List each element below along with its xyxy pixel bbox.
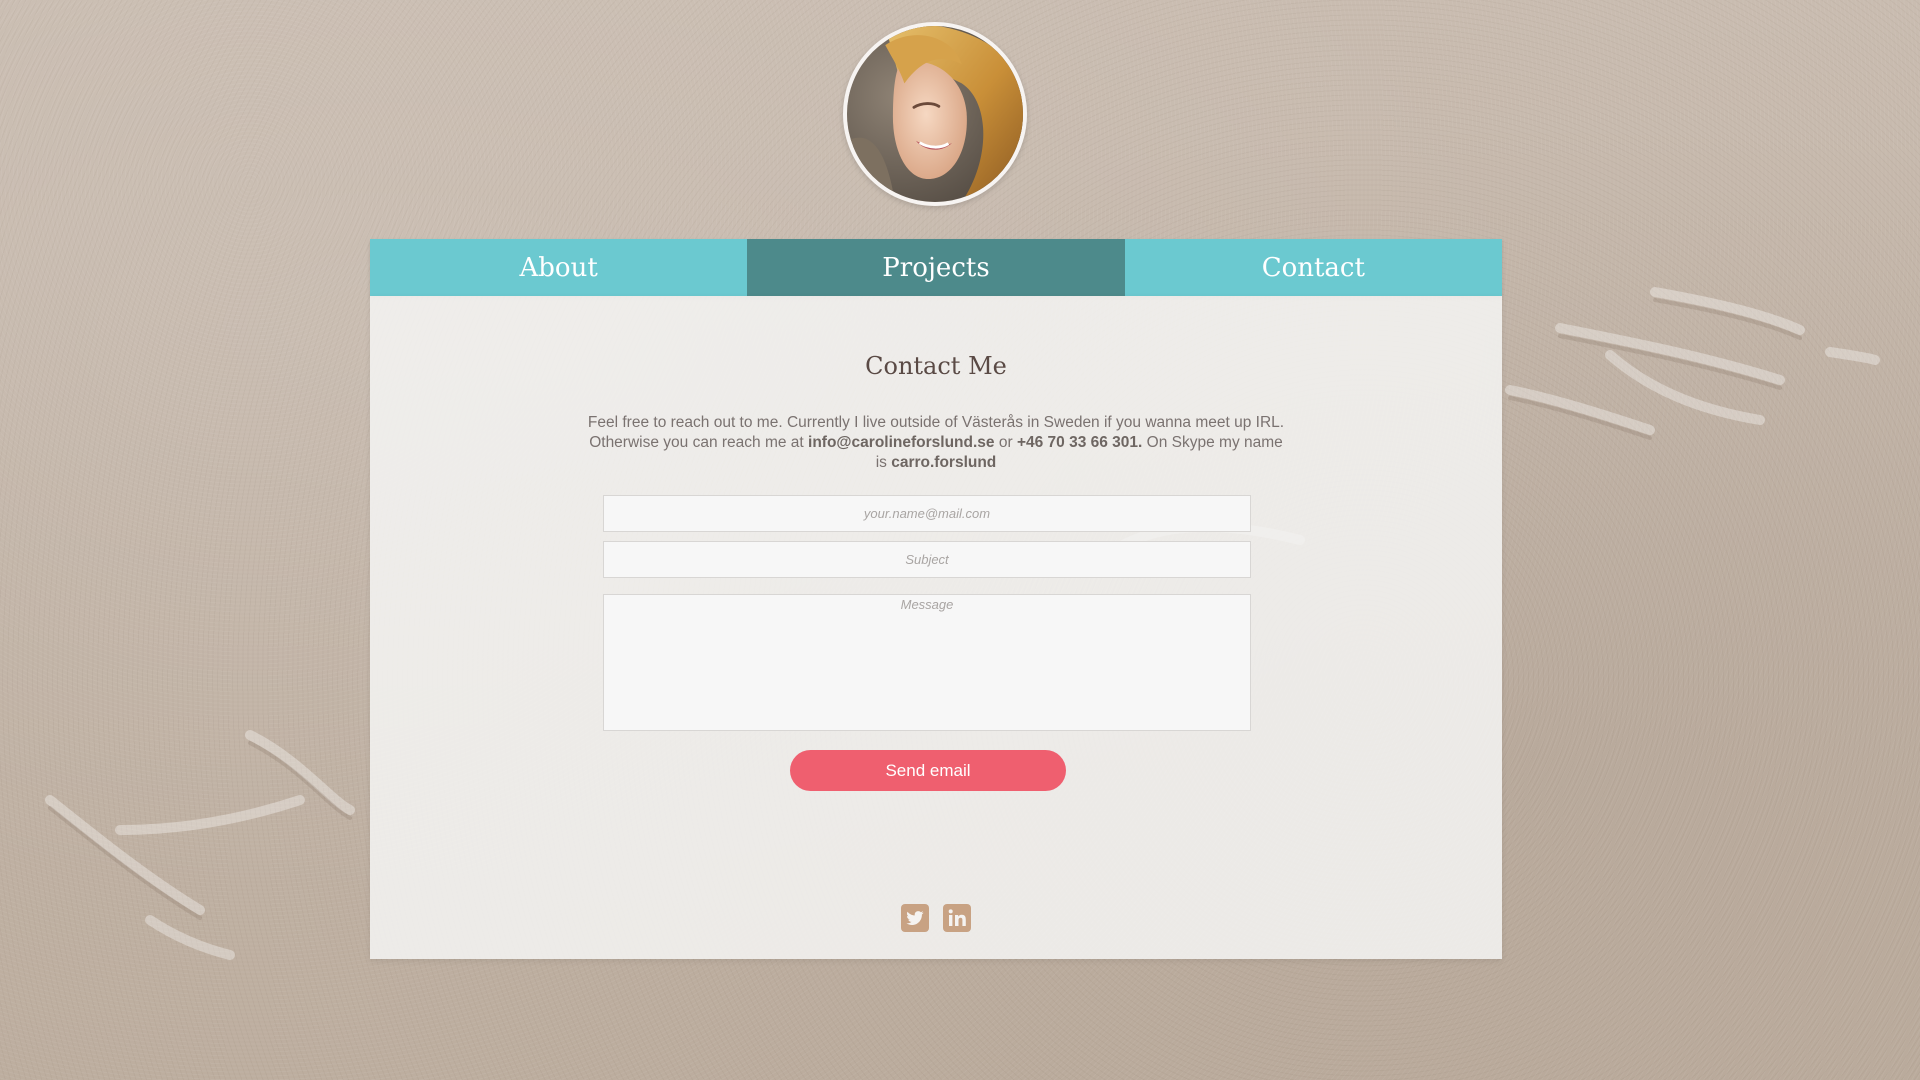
email-field[interactable] — [603, 495, 1251, 532]
linkedin-icon — [943, 904, 971, 932]
avatar-photo — [847, 26, 1023, 202]
message-field[interactable] — [603, 594, 1251, 731]
intro-text-2: or — [994, 434, 1017, 451]
twitter-icon — [901, 904, 929, 932]
contact-phone: +46 70 33 66 301. — [1016, 434, 1143, 451]
contact-email: info@carolineforslund.se — [808, 434, 995, 451]
contact-panel: Contact Me Feel free to reach out to me.… — [370, 296, 1502, 959]
tab-projects[interactable]: Projects — [747, 239, 1125, 296]
main-nav: About Projects Contact — [370, 239, 1502, 296]
twitter-link[interactable] — [901, 904, 929, 932]
subject-field[interactable] — [603, 541, 1251, 578]
tab-about[interactable]: About — [370, 239, 748, 296]
contact-intro: Feel free to reach out to me. Currently … — [586, 413, 1286, 473]
send-email-button[interactable]: Send email — [790, 750, 1066, 791]
social-links — [370, 904, 1502, 932]
contact-skype: carro.forslund — [891, 454, 997, 471]
tab-contact[interactable]: Contact — [1124, 239, 1502, 296]
avatar — [843, 22, 1027, 206]
linkedin-link[interactable] — [943, 904, 971, 932]
page-title: Contact Me — [865, 352, 1007, 380]
